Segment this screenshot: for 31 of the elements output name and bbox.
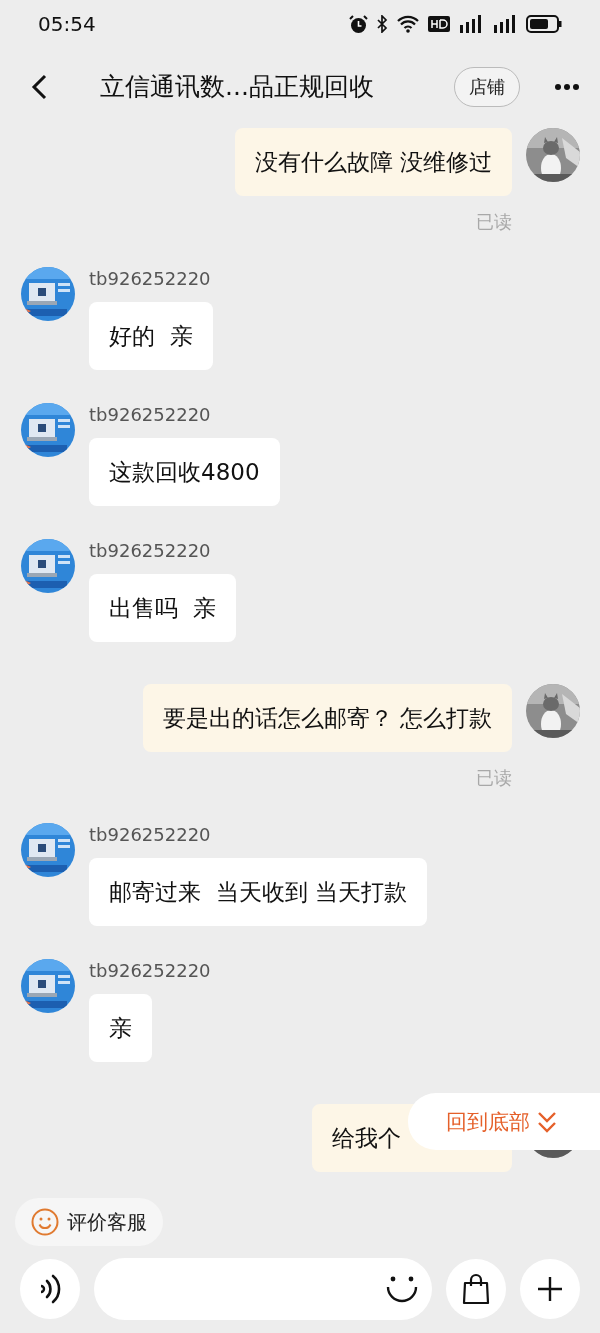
sender-name: tb926252220 [89, 823, 211, 847]
sender-name: tb926252220 [89, 267, 211, 291]
signal-icon [492, 15, 518, 33]
voice-icon [38, 1273, 62, 1305]
chat-title: 立信通讯数...品正规回收 [100, 71, 375, 103]
plus-icon [537, 1276, 563, 1302]
sender-name: tb926252220 [89, 403, 211, 427]
read-receipt: 已读 [476, 766, 512, 790]
battery-icon [526, 15, 562, 33]
rate-service-button[interactable]: 评价客服 [15, 1198, 163, 1246]
message-bubble: 亲 [89, 994, 152, 1062]
bluetooth-icon [376, 15, 388, 33]
alarm-icon [349, 14, 368, 34]
message-bubble: 没有什么故障 没维修过 [234, 128, 512, 196]
read-receipt: 已读 [476, 210, 512, 234]
more-icon[interactable] [554, 82, 580, 91]
message-bubble: 出售吗 亲 [89, 574, 236, 642]
message-bubble: 这款回收4800 [89, 438, 280, 506]
wifi-icon [396, 15, 420, 33]
message-bubble: 邮寄过来 当天收到 当天打款 [89, 858, 427, 926]
hd-badge-icon [428, 16, 450, 32]
signal-icon [458, 15, 484, 33]
double-chevron-icon [536, 1109, 558, 1134]
message-bubble: 要是出的话怎么邮寄？ 怎么打款 [142, 684, 512, 752]
sender-name: tb926252220 [89, 539, 211, 563]
sender-name: tb926252220 [89, 959, 211, 983]
smiley-icon [31, 1208, 59, 1236]
shopping-bag-icon [461, 1273, 491, 1305]
shop-button[interactable]: 店铺 [454, 66, 520, 107]
status-time: 05:54 [38, 12, 96, 36]
message-bubble: 好的 亲 [89, 302, 213, 370]
